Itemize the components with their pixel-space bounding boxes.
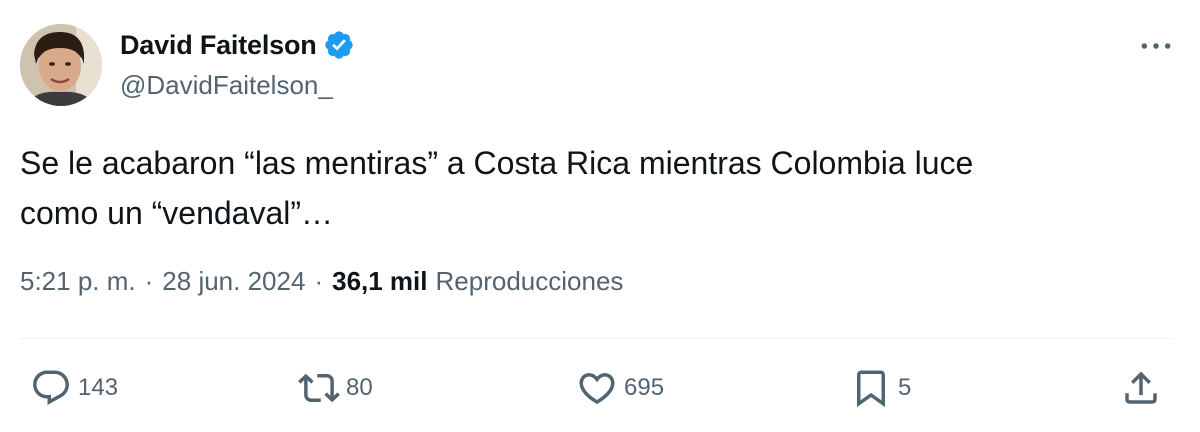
like-button[interactable]: 695 <box>576 364 664 412</box>
tweet-card: David Faitelson @DavidFaitelson_ Se le a… <box>0 0 1200 432</box>
avatar[interactable] <box>20 24 102 106</box>
tweet-text-line: como un “vendaval”… <box>20 195 334 231</box>
reply-button[interactable]: 143 <box>30 364 118 412</box>
author-name-row: David Faitelson <box>120 28 355 62</box>
person-avatar-icon <box>20 24 102 106</box>
author-handle[interactable]: @DavidFaitelson_ <box>120 70 333 101</box>
more-dots-icon <box>1141 43 1171 49</box>
bookmark-icon <box>857 370 885 408</box>
share-button[interactable] <box>1120 364 1162 412</box>
tweet-text-line: Se le acabaron “las mentiras” a Costa Ri… <box>20 145 974 181</box>
reply-count: 143 <box>78 374 119 401</box>
bookmark-button[interactable]: 5 <box>850 364 911 412</box>
views-label: Reproducciones <box>435 266 624 296</box>
more-options-button[interactable] <box>1136 28 1176 64</box>
meta-separator: · <box>314 266 324 296</box>
reply-icon <box>33 370 69 405</box>
share-icon <box>1125 371 1157 404</box>
like-count: 695 <box>624 374 665 401</box>
display-name[interactable]: David Faitelson <box>120 30 317 61</box>
tweet-text: Se le acabaron “las mentiras” a Costa Ri… <box>20 138 1170 238</box>
divider <box>20 338 1175 339</box>
heart-icon <box>579 373 615 405</box>
tweet-meta: 5:21 p. m. · 28 jun. 2024 · 36,1 mil Rep… <box>20 266 623 297</box>
tweet-time[interactable]: 5:21 p. m. <box>20 266 136 297</box>
verified-badge-icon[interactable] <box>323 29 355 61</box>
views-count: 36,1 mil <box>332 266 428 296</box>
repost-count: 80 <box>346 374 373 401</box>
bookmark-count: 5 <box>898 374 912 401</box>
repost-button[interactable]: 80 <box>298 364 373 412</box>
repost-icon <box>298 373 340 403</box>
meta-separator: · <box>144 266 154 296</box>
tweet-date[interactable]: 28 jun. 2024 <box>162 266 305 297</box>
